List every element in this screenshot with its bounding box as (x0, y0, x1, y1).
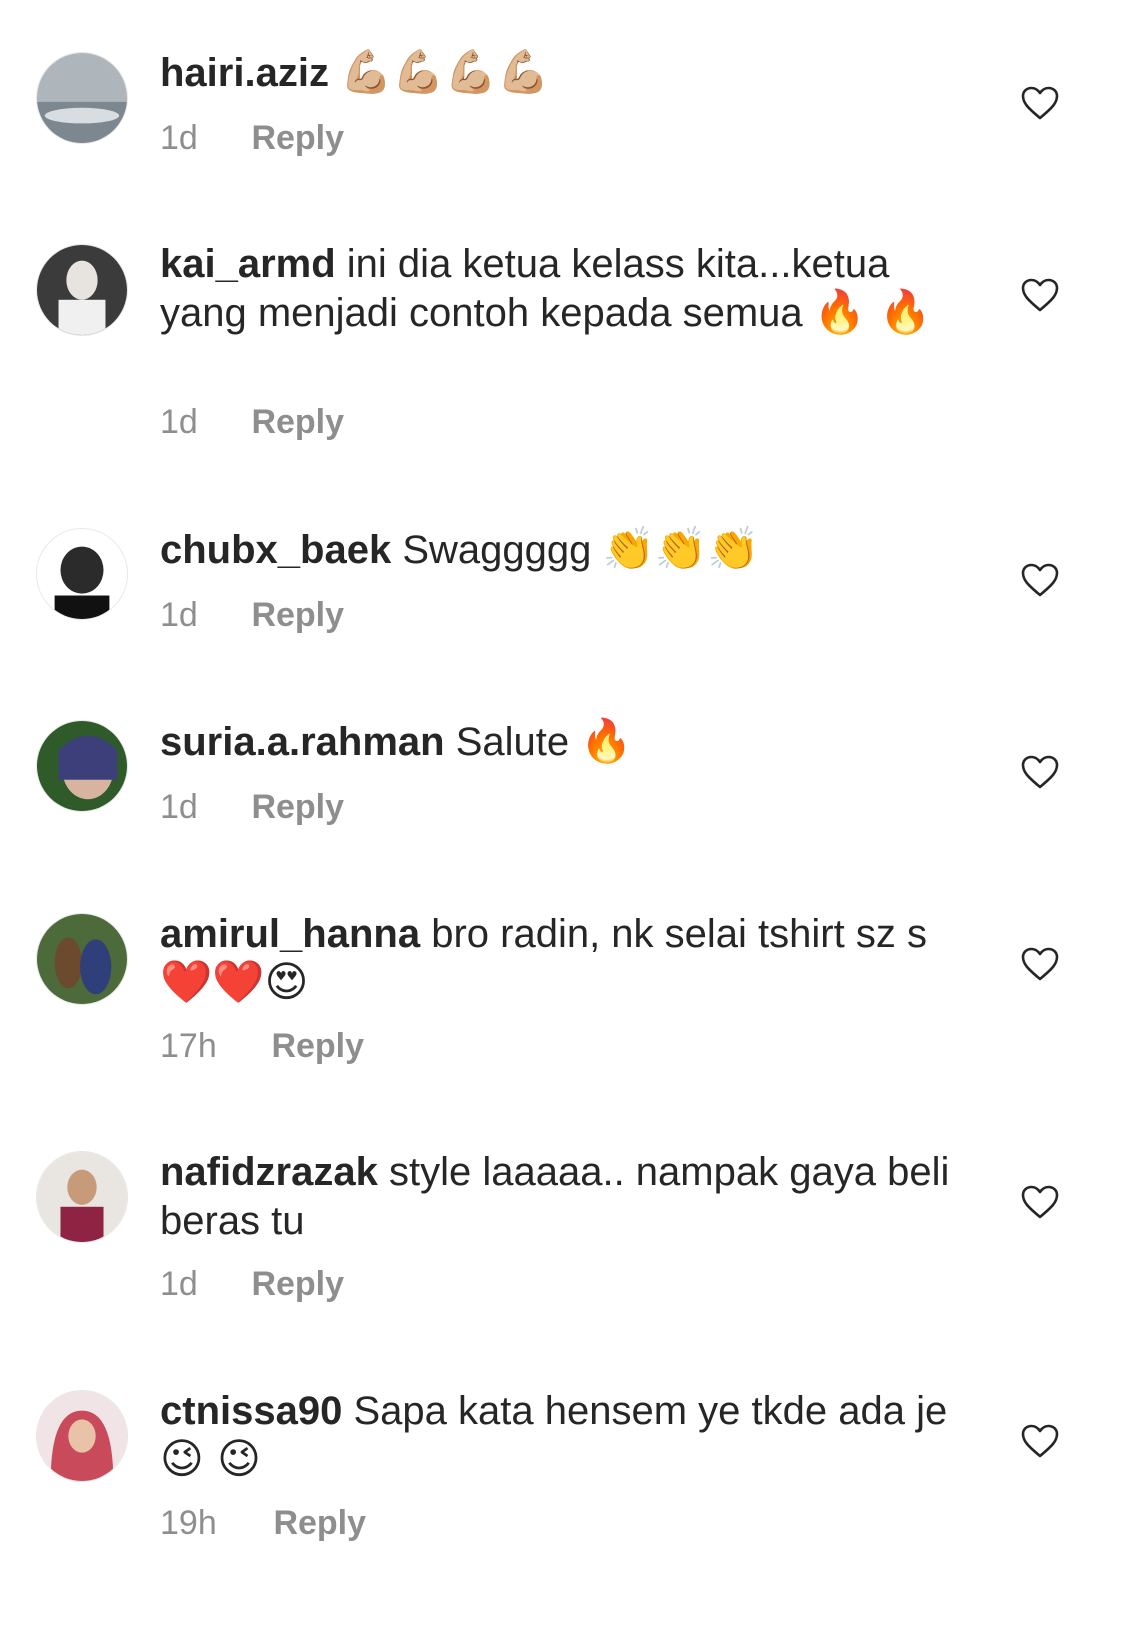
avatar[interactable] (36, 244, 128, 336)
avatar[interactable] (36, 528, 128, 620)
comment-username[interactable]: ctnissa90 (160, 1389, 342, 1433)
avatar[interactable] (36, 1151, 128, 1243)
avatar[interactable] (36, 52, 128, 144)
comment-timestamp: 17h (160, 1027, 217, 1065)
comment-text: kai_armd ini dia ketua kelass kita...ket… (160, 240, 950, 337)
comment-emoji: 🔥 🔥 (813, 287, 932, 336)
comment-meta: 1d Reply (160, 402, 344, 442)
reply-button[interactable]: Reply (271, 1027, 364, 1065)
comment-meta: 19h Reply (160, 1503, 366, 1543)
comment-body: Salute (455, 720, 570, 764)
comment-timestamp: 1d (160, 596, 198, 634)
comment-timestamp: 1d (160, 788, 198, 826)
comment-text: ctnissa90 Sapa kata hensem ye tkde ada j… (160, 1387, 950, 1484)
comment-emoji: 👏👏👏 (602, 524, 760, 573)
comment-body: bro radin, nk selai tshirt sz s (431, 912, 927, 956)
like-heart-icon[interactable] (1020, 562, 1060, 598)
comment-text: suria.a.rahman Salute 🔥 (160, 717, 950, 766)
comment-emoji: ❤️❤️😍 (160, 957, 309, 1006)
comment-meta: 1d Reply (160, 1264, 344, 1304)
comment-timestamp: 1d (160, 1265, 198, 1303)
comment-body: Swaggggg (402, 528, 592, 572)
comment-emoji: 😉 😉 (160, 1434, 261, 1483)
like-heart-icon[interactable] (1020, 1423, 1060, 1459)
comment-meta: 1d Reply (160, 595, 344, 635)
comment-text: hairi.aziz 💪🏼💪🏼💪🏼💪🏼 (160, 48, 950, 97)
comment-username[interactable]: suria.a.rahman (160, 720, 445, 764)
comment-emoji: 🔥 (580, 716, 633, 765)
comment-text: chubx_baek Swaggggg 👏👏👏 (160, 525, 950, 574)
comment-username[interactable]: hairi.aziz (160, 51, 329, 95)
comment-emoji: 💪🏼💪🏼💪🏼💪🏼 (340, 47, 550, 96)
comment-username[interactable]: chubx_baek (160, 528, 391, 572)
comment-username[interactable]: nafidzrazak (160, 1150, 378, 1194)
comment-body: Sapa kata hensem ye tkde ada je (353, 1389, 948, 1433)
comment-username[interactable]: amirul_hanna (160, 912, 420, 956)
reply-button[interactable]: Reply (251, 1265, 344, 1303)
like-heart-icon[interactable] (1020, 946, 1060, 982)
comment-username[interactable]: kai_armd (160, 242, 336, 286)
like-heart-icon[interactable] (1020, 1184, 1060, 1220)
like-heart-icon[interactable] (1020, 85, 1060, 121)
comment-meta: 1d Reply (160, 787, 344, 827)
comment-meta: 1d Reply (160, 118, 344, 158)
comment-timestamp: 1d (160, 403, 198, 441)
reply-button[interactable]: Reply (273, 1504, 366, 1542)
reply-button[interactable]: Reply (251, 403, 344, 441)
comment-text: nafidzrazak style laaaaa.. nampak gaya b… (160, 1148, 950, 1245)
like-heart-icon[interactable] (1020, 754, 1060, 790)
reply-button[interactable]: Reply (251, 119, 344, 157)
comment-timestamp: 1d (160, 119, 198, 157)
comment-meta: 17h Reply (160, 1026, 364, 1066)
reply-button[interactable]: Reply (251, 788, 344, 826)
comment-text: amirul_hanna bro radin, nk selai tshirt … (160, 910, 950, 1007)
avatar[interactable] (36, 913, 128, 1005)
avatar[interactable] (36, 720, 128, 812)
avatar[interactable] (36, 1390, 128, 1482)
like-heart-icon[interactable] (1020, 277, 1060, 313)
comment-timestamp: 19h (160, 1504, 217, 1542)
reply-button[interactable]: Reply (251, 596, 344, 634)
